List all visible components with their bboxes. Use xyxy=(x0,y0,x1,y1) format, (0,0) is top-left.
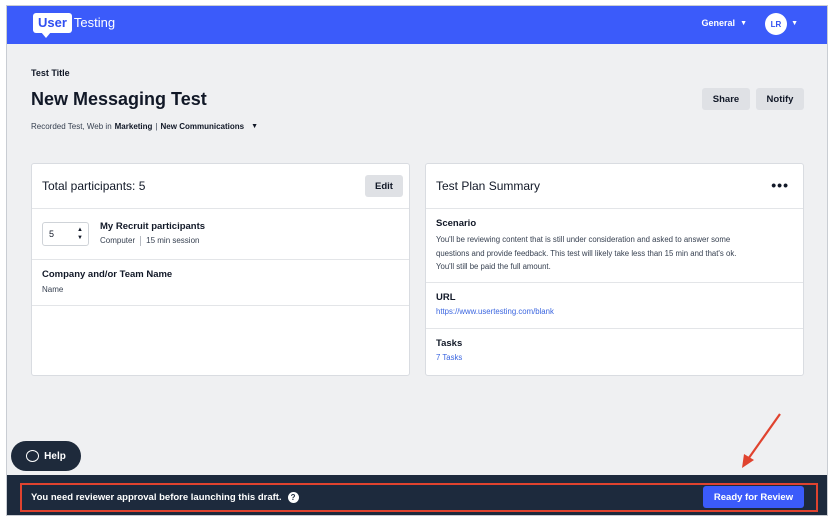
test-type: Recorded Test, Web in xyxy=(31,122,112,131)
test-plan-summary-card: Test Plan Summary ••• Scenario You'll be… xyxy=(425,163,804,376)
approval-message: You need reviewer approval before launch… xyxy=(31,492,299,503)
logo-mark: User xyxy=(33,13,72,38)
test-plan-header: Test Plan Summary ••• xyxy=(426,164,803,209)
help-label: Help xyxy=(44,450,66,462)
more-options-icon[interactable]: ••• xyxy=(771,177,789,193)
divider xyxy=(140,236,142,246)
stepper-arrows[interactable]: ▲ ▼ xyxy=(72,226,88,242)
chevron-down-icon: ▼ xyxy=(740,19,747,27)
company-team-title: Company and/or Team Name xyxy=(42,269,173,280)
tasks-link[interactable]: 7 Tasks xyxy=(436,353,793,362)
folder-divider: | xyxy=(155,122,158,131)
edit-participants-button[interactable]: Edit xyxy=(365,175,403,197)
tasks-title: Tasks xyxy=(436,338,463,349)
scenario-line: You'll still be paid the full amount. xyxy=(436,262,551,271)
ready-for-review-button[interactable]: Ready for Review xyxy=(703,486,804,508)
url-link[interactable]: https://www.usertesting.com/blank xyxy=(436,307,793,316)
scenario-title: Scenario xyxy=(436,218,477,229)
chat-bubble-icon xyxy=(26,450,40,462)
company-team-sub: Name xyxy=(42,285,64,294)
app-window: User Testing General ▼ LR ▼ Test Title N… xyxy=(6,5,828,516)
question-icon[interactable]: ? xyxy=(287,492,299,503)
approval-text: You need reviewer approval before launch… xyxy=(31,492,282,503)
increment-icon[interactable]: ▲ xyxy=(77,226,83,234)
test-plan-title: Test Plan Summary xyxy=(436,179,541,193)
participants-card: Total participants: 5 Edit 5 ▲ ▼ My Recr… xyxy=(31,163,410,376)
tasks-section: Tasks 7 Tasks xyxy=(426,329,803,376)
participant-count-value[interactable]: 5 xyxy=(49,229,72,239)
scenario-line: questions and provide feedback. This tes… xyxy=(436,248,737,258)
chevron-down-icon[interactable]: ▼ xyxy=(251,123,258,130)
test-name: New Messaging Test xyxy=(31,89,207,109)
company-team-row: Company and/or Team Name Name xyxy=(32,260,409,306)
device-type: Computer xyxy=(100,236,136,245)
scenario-text: You'll be reviewing content that is stil… xyxy=(436,233,793,274)
logo-text: Testing xyxy=(73,15,116,30)
participant-count-stepper[interactable]: 5 ▲ ▼ xyxy=(42,222,89,246)
total-participants-title: Total participants: 5 xyxy=(42,179,146,193)
decrement-icon[interactable]: ▼ xyxy=(77,234,83,242)
recruit-group-meta: Computer 15 min session xyxy=(100,236,199,246)
recruit-group-title: My Recruit participants xyxy=(100,221,206,232)
notify-button[interactable]: Notify xyxy=(756,88,804,110)
test-meta: Recorded Test, Web in Marketing | New Co… xyxy=(31,122,258,131)
top-navigation-bar: User Testing General ▼ LR ▼ xyxy=(7,6,827,44)
workspace-selector[interactable]: General ▼ xyxy=(702,18,747,28)
url-title: URL xyxy=(436,292,456,303)
help-button[interactable]: Help xyxy=(11,441,81,471)
test-title-label: Test Title xyxy=(31,68,70,78)
workspace-name: General xyxy=(701,18,736,28)
folder-link[interactable]: Marketing xyxy=(115,122,153,131)
scenario-section: Scenario You'll be reviewing content tha… xyxy=(426,209,803,283)
user-avatar[interactable]: LR xyxy=(765,13,787,35)
share-button[interactable]: Share xyxy=(702,88,750,110)
subfolder-link[interactable]: New Communications xyxy=(161,122,245,131)
participant-group-row: 5 ▲ ▼ My Recruit participants Computer 1… xyxy=(32,209,409,260)
participants-card-header: Total participants: 5 Edit xyxy=(32,164,409,209)
url-section: URL https://www.usertesting.com/blank xyxy=(426,283,803,329)
chevron-down-icon[interactable]: ▼ xyxy=(791,20,798,27)
scenario-line: You'll be reviewing content that is stil… xyxy=(436,235,731,244)
annotation-arrow-icon xyxy=(742,413,781,468)
usertesting-logo[interactable]: User Testing xyxy=(33,13,116,38)
session-length: 15 min session xyxy=(146,236,200,245)
